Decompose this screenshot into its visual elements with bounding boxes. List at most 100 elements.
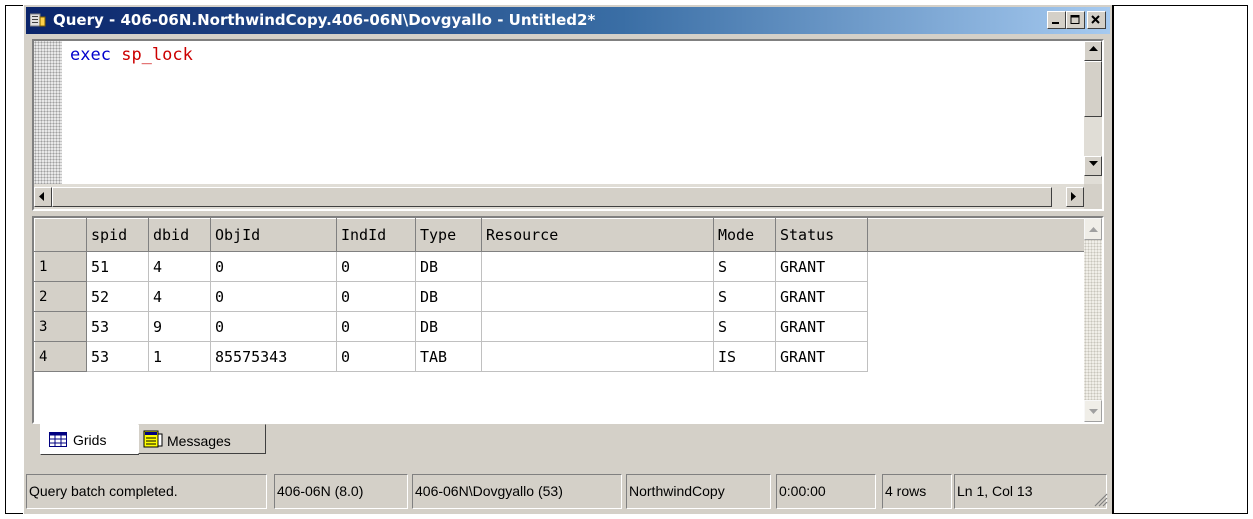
arrow-left-icon (39, 192, 44, 201)
arrow-right-icon (1071, 192, 1076, 201)
column-header[interactable]: ObjId (210, 218, 337, 252)
row-filler (867, 251, 1088, 282)
arrow-down-icon (1089, 409, 1098, 414)
close-icon (1091, 15, 1100, 24)
table-cell[interactable]: DB (415, 311, 482, 342)
table-cell[interactable]: DB (415, 281, 482, 312)
grid-icon (49, 432, 67, 450)
query-text[interactable]: exec sp_lock (70, 45, 193, 65)
editor-horizontal-scrollbar[interactable] (34, 184, 1084, 209)
table-cell[interactable]: DB (415, 251, 482, 282)
column-header[interactable]: dbid (148, 218, 211, 252)
table-cell[interactable]: IS (713, 341, 776, 372)
table-cell[interactable]: 9 (148, 311, 211, 342)
results-grid[interactable]: spid dbid ObjId IndId Type Resource Mode… (32, 216, 1104, 424)
table-cell[interactable]: 0 (210, 251, 337, 282)
maximize-button[interactable] (1066, 11, 1085, 29)
status-database: NorthwindCopy (626, 474, 771, 509)
table-cell[interactable] (481, 311, 714, 342)
tab-messages[interactable]: Messages (138, 424, 266, 454)
column-header[interactable]: spid (86, 218, 149, 252)
table-cell[interactable]: 85575343 (210, 341, 337, 372)
table-cell[interactable]: 0 (336, 341, 416, 372)
table-row[interactable]: 3 53 9 0 0 DB S GRANT (34, 311, 1088, 342)
tab-grids-label: Grids (73, 432, 107, 448)
row-filler (867, 341, 1088, 372)
exec-keyword: exec (70, 45, 111, 65)
row-number[interactable]: 3 (34, 311, 87, 342)
minimize-icon (1052, 22, 1059, 24)
page-divider (1112, 5, 1114, 514)
editor-vscroll-thumb[interactable] (1084, 61, 1102, 117)
column-header[interactable]: Type (415, 218, 482, 252)
table-cell[interactable]: 0 (210, 281, 337, 312)
table-cell[interactable]: 0 (336, 311, 416, 342)
row-filler (867, 281, 1088, 312)
table-cell[interactable]: GRANT (775, 281, 868, 312)
scroll-left-button[interactable] (34, 187, 52, 207)
column-header[interactable]: Status (775, 218, 868, 252)
status-bar: Query batch completed. 406-06N (8.0) 406… (26, 474, 1110, 509)
scroll-right-button[interactable] (1066, 187, 1084, 207)
scroll-up-button[interactable] (1084, 41, 1102, 61)
table-cell[interactable]: S (713, 311, 776, 342)
row-number[interactable]: 1 (34, 251, 87, 282)
status-elapsed: 0:00:00 (776, 474, 876, 509)
editor-vertical-scrollbar[interactable] (1084, 41, 1102, 184)
table-cell[interactable]: 1 (148, 341, 211, 372)
row-number[interactable]: 2 (34, 281, 87, 312)
scroll-corner (1084, 184, 1102, 209)
table-cell[interactable]: 51 (86, 251, 149, 282)
grid-vertical-scrollbar[interactable] (1084, 218, 1102, 422)
table-row[interactable]: 1 51 4 0 0 DB S GRANT (34, 251, 1088, 282)
scroll-down-button[interactable] (1084, 156, 1102, 176)
table-cell[interactable]: GRANT (775, 341, 868, 372)
query-window: Query - 406-06N.NorthwindCopy.406-06N\Do… (23, 5, 1112, 514)
table-cell[interactable]: 0 (336, 251, 416, 282)
arrow-up-icon (1089, 227, 1098, 232)
status-message: Query batch completed. (26, 474, 267, 509)
editor-hscroll-thumb[interactable] (52, 187, 1052, 207)
table-cell[interactable] (481, 281, 714, 312)
table-cell[interactable]: 53 (86, 341, 149, 372)
status-user: 406-06N\Dovgyallo (53) (412, 474, 622, 509)
table-cell[interactable]: S (713, 251, 776, 282)
corner-cell (34, 218, 87, 252)
table-cell[interactable] (481, 341, 714, 372)
tab-grids[interactable]: Grids (40, 424, 139, 455)
column-header[interactable]: IndId (336, 218, 416, 252)
window-title: Query - 406-06N.NorthwindCopy.406-06N\Do… (53, 11, 596, 29)
table-cell[interactable]: S (713, 281, 776, 312)
table-row[interactable]: 4 53 1 85575343 0 TAB IS GRANT (34, 341, 1088, 372)
column-header[interactable]: Resource (481, 218, 714, 252)
header-filler (867, 218, 1088, 252)
table-row[interactable]: 2 52 4 0 0 DB S GRANT (34, 281, 1088, 312)
resize-grip-icon[interactable] (1094, 493, 1108, 507)
table-cell[interactable]: TAB (415, 341, 482, 372)
close-button[interactable] (1087, 11, 1106, 29)
status-server: 406-06N (8.0) (274, 474, 408, 509)
table-cell[interactable]: GRANT (775, 311, 868, 342)
table-cell[interactable]: 53 (86, 311, 149, 342)
results-table: spid dbid ObjId IndId Type Resource Mode… (34, 218, 1088, 372)
status-rows: 4 rows (882, 474, 952, 509)
messages-icon (143, 430, 163, 451)
column-header[interactable]: Mode (713, 218, 776, 252)
table-cell[interactable]: 4 (148, 251, 211, 282)
results-tabs: Grids Messages (32, 424, 432, 457)
row-filler (867, 311, 1088, 342)
minimize-button[interactable] (1047, 11, 1066, 29)
table-cell[interactable]: 0 (210, 311, 337, 342)
arrow-down-icon (1089, 161, 1098, 166)
grid-scroll-up-button[interactable] (1084, 218, 1102, 240)
table-cell[interactable]: 4 (148, 281, 211, 312)
title-bar[interactable]: Query - 406-06N.NorthwindCopy.406-06N\Do… (26, 7, 1110, 34)
editor-gutter (34, 41, 62, 184)
query-editor[interactable]: exec sp_lock (32, 39, 1104, 211)
row-number[interactable]: 4 (34, 341, 87, 372)
table-cell[interactable]: GRANT (775, 251, 868, 282)
table-cell[interactable]: 0 (336, 281, 416, 312)
table-cell[interactable]: 52 (86, 281, 149, 312)
table-cell[interactable] (481, 251, 714, 282)
grid-scroll-down-button[interactable] (1084, 400, 1102, 422)
